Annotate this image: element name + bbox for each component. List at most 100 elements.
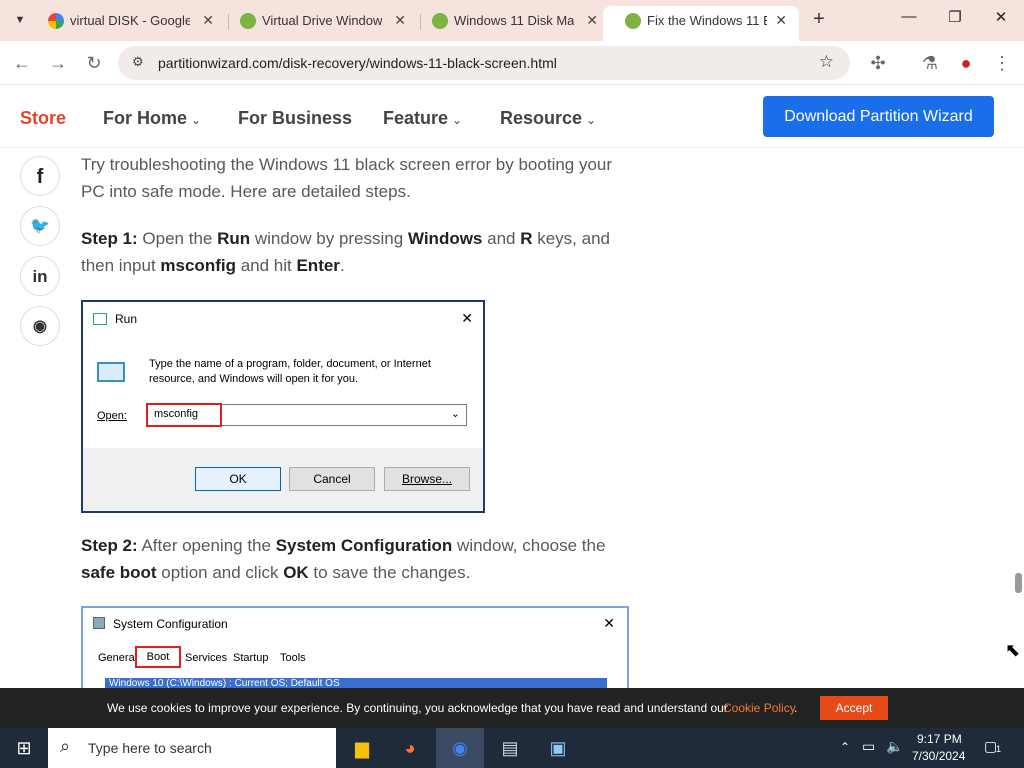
taskbar: ⊞ ⌕ Type here to search ▆ ◕ ◉ ▤ ▣ ⌃ ▭ 🔈 … <box>0 728 1024 768</box>
text: window by pressing <box>250 229 408 248</box>
page-scrollbar[interactable] <box>1012 150 1024 690</box>
windows-start-icon[interactable]: ⊞ <box>0 728 48 768</box>
address-bar[interactable]: ⚙ partitionwizard.com/disk-recovery/wind… <box>118 46 850 80</box>
tab-3[interactable]: Windows 11 Disk Mana ✕ <box>410 6 610 41</box>
partitionwizard-icon <box>240 13 256 29</box>
cookie-banner: We use cookies to improve your experienc… <box>0 688 1024 728</box>
firefox-icon[interactable]: ◕ <box>386 728 434 768</box>
tab-2[interactable]: Virtual Drive Windows ✕ <box>218 6 418 41</box>
accept-button[interactable]: Accept <box>820 696 888 720</box>
menu-icon[interactable]: ⋮ <box>988 49 1016 77</box>
sysconfig-screenshot: System Configuration ✕ General Boot Serv… <box>81 606 629 696</box>
sysconfig-tabs: General Boot Services Startup Tools <box>91 644 621 668</box>
chevron-down-icon: ⌄ <box>191 113 202 127</box>
google-icon <box>48 13 64 29</box>
text: safe boot <box>81 563 157 582</box>
clock-date[interactable]: 7/30/2024 <box>912 749 965 763</box>
cancel-button: Cancel <box>289 467 375 491</box>
close-icon[interactable]: ✕ <box>394 6 406 35</box>
notification-count: 1 <box>996 744 1002 754</box>
open-input: msconfig ⌄ <box>146 403 467 427</box>
run-app-icon <box>93 313 107 325</box>
ok-button: OK <box>195 467 281 491</box>
back-icon[interactable]: ← <box>8 49 36 77</box>
text: After opening the <box>137 536 276 555</box>
run-body: Type the name of a program, folder, docu… <box>83 338 483 448</box>
forward-icon[interactable]: → <box>44 49 72 77</box>
nav-for-business[interactable]: For Business <box>238 108 352 129</box>
extensions-icon[interactable]: ✣ <box>864 49 892 77</box>
labs-icon[interactable]: ⚗ <box>916 49 944 77</box>
tab-1[interactable]: virtual DISK - Google S ✕ <box>26 6 226 41</box>
step-label: Step 1: <box>81 229 138 248</box>
text: Windows <box>407 229 483 248</box>
text: Run <box>217 229 251 248</box>
twitter-icon[interactable]: 🐦 <box>20 206 60 246</box>
text: and <box>482 229 521 248</box>
tab-startup: Startup <box>233 652 269 664</box>
run-footer: OK Cancel Browse... <box>83 448 483 511</box>
mouse-cursor-icon: ⬉ <box>1005 640 1021 660</box>
tab-title: Windows 11 Disk Mana <box>454 13 574 28</box>
nav-store[interactable]: Store <box>20 108 66 129</box>
browser-toolbar: ← → ↻ ⚙ partitionwizard.com/disk-recover… <box>0 41 1024 85</box>
run-titlebar: Run ✕ <box>83 302 483 338</box>
url-text[interactable]: partitionwizard.com/disk-recovery/window… <box>158 55 557 71</box>
partitionwizard-icon <box>625 13 641 29</box>
new-tab-icon[interactable]: + <box>808 8 830 32</box>
facebook-icon[interactable]: f <box>20 156 60 196</box>
linkedin-icon[interactable]: in <box>20 256 60 296</box>
minimize-icon[interactable]: — <box>886 8 932 32</box>
text: option and click <box>156 563 284 582</box>
tab-4[interactable]: Fix the Windows 11 Bla ✕ <box>603 6 799 41</box>
run-title: Run <box>115 312 138 326</box>
nav-resource[interactable]: Resource ⌄ <box>500 108 596 129</box>
text: OK <box>283 563 309 582</box>
cookie-policy-link[interactable]: Cookie Policy <box>723 701 796 715</box>
text: msconfig <box>160 256 236 275</box>
bookmark-star-icon[interactable]: ☆ <box>819 52 834 72</box>
clock-time[interactable]: 9:17 PM <box>917 732 962 746</box>
scrollbar-thumb[interactable] <box>1015 573 1022 593</box>
close-icon[interactable]: ✕ <box>586 6 598 35</box>
browse-button: Browse... <box>384 467 470 491</box>
tab-strip: ▼ virtual DISK - Google S ✕ Virtual Driv… <box>0 0 1024 41</box>
download-button[interactable]: Download Partition Wizard <box>763 96 994 137</box>
network-icon[interactable]: ▭ <box>862 738 875 755</box>
site-info-icon[interactable]: ⚙ <box>132 54 144 70</box>
run-icon <box>97 362 125 382</box>
partitionwizard-icon <box>432 13 448 29</box>
chevron-down-icon: ⌄ <box>452 113 463 127</box>
app-icon[interactable]: ▤ <box>486 728 534 768</box>
nav-label: For Home <box>103 108 188 128</box>
window-close-icon[interactable]: ✕ <box>978 8 1024 32</box>
tab-tools: Tools <box>280 652 306 664</box>
text: . <box>339 256 345 275</box>
close-icon[interactable]: ✕ <box>775 6 787 35</box>
text: to save the changes. <box>308 563 471 582</box>
tab-services: Services <box>185 652 228 664</box>
tab-boot: Boot <box>135 646 181 668</box>
volume-icon[interactable]: 🔈 <box>886 738 903 755</box>
nav-for-home[interactable]: For Home ⌄ <box>103 108 201 129</box>
chevron-up-icon[interactable]: ⌃ <box>840 740 850 754</box>
tab-title: virtual DISK - Google S <box>70 13 190 28</box>
nav-feature[interactable]: Feature ⌄ <box>383 108 462 129</box>
chrome-icon[interactable]: ◉ <box>436 728 484 768</box>
open-label: Open: <box>97 410 127 422</box>
restore-icon[interactable]: ❐ <box>932 8 978 32</box>
search-placeholder: Type here to search <box>88 740 212 756</box>
text: window, choose the <box>452 536 606 555</box>
close-icon: ✕ <box>603 615 615 631</box>
run-dialog-screenshot: Run ✕ Type the name of a program, folder… <box>81 300 485 513</box>
profile-avatar[interactable]: ● <box>952 49 980 77</box>
step-1-paragraph: Step 1: Open the Run window by pressing … <box>81 225 629 279</box>
text: System Configuration <box>275 536 453 555</box>
reload-icon[interactable]: ↻ <box>80 49 108 77</box>
text: and hit <box>235 256 297 275</box>
file-explorer-icon[interactable]: ▆ <box>338 728 386 768</box>
taskbar-search[interactable]: ⌕ Type here to search <box>48 728 336 768</box>
close-icon[interactable]: ✕ <box>202 6 214 35</box>
disk-tool-icon[interactable]: ▣ <box>534 728 582 768</box>
reddit-icon[interactable]: ◉ <box>20 306 60 346</box>
